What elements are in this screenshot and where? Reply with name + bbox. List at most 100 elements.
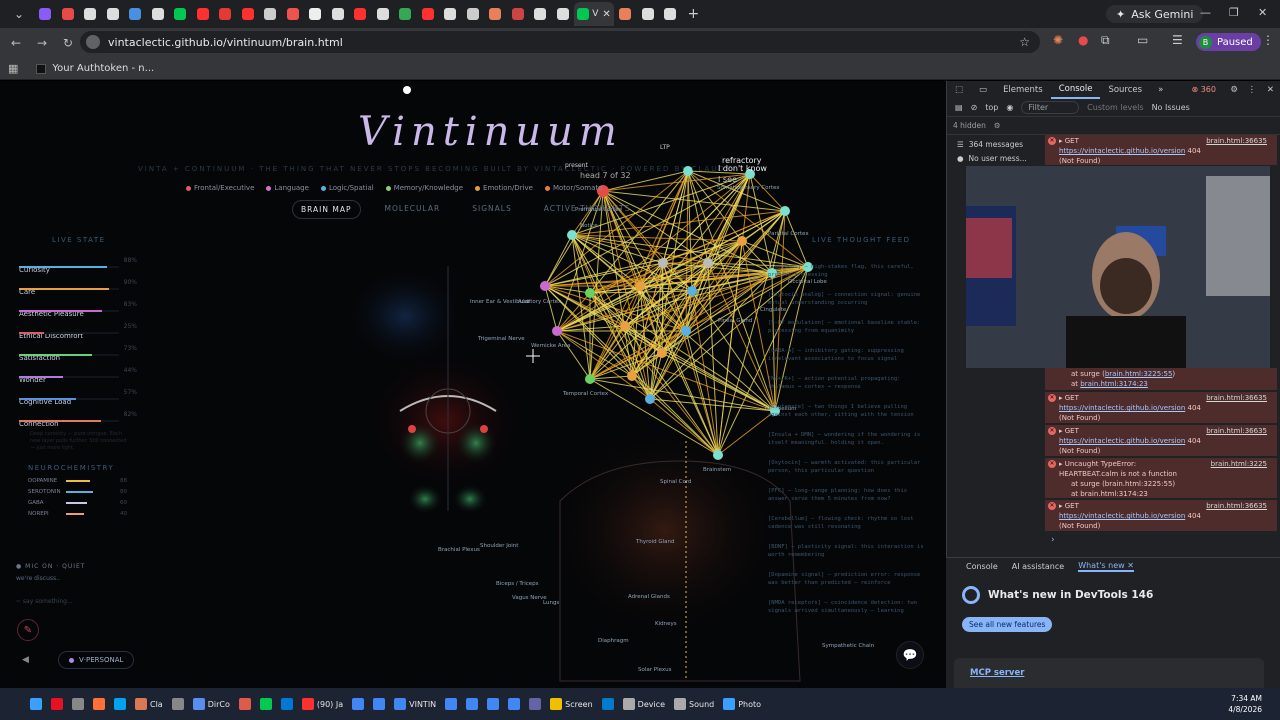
drawer-tab-ai[interactable]: AI assistance (1012, 562, 1064, 571)
region-label[interactable]: Diaphragm (598, 638, 629, 644)
browser-tab[interactable] (237, 2, 260, 26)
close-tab-icon[interactable]: ✕ (602, 9, 610, 20)
network-node[interactable] (540, 281, 550, 291)
console-error-entry[interactable]: ✕ ▸ GET brain.html:36635 https://vintaclect… (1045, 500, 1277, 531)
console-settings-icon[interactable]: ⚙ (994, 121, 1001, 130)
region-label[interactable]: Prefrontal Cortex (575, 207, 622, 213)
console-error-entry[interactable]: at surge (brain.html:3225:55) at brain.ht… (1045, 368, 1277, 390)
browser-tab[interactable] (34, 2, 57, 26)
new-tab-button[interactable]: + (688, 6, 700, 22)
stack-link[interactable]: brain.html:3225:55 (1105, 370, 1173, 378)
region-label[interactable]: Trigeminal Nerve (478, 336, 525, 342)
taskbar-app[interactable] (373, 698, 386, 710)
browser-tab[interactable] (659, 2, 682, 26)
browser-tab[interactable] (394, 2, 417, 26)
browser-tab[interactable] (192, 2, 215, 26)
drawer-tab-console[interactable]: Console (966, 562, 998, 571)
region-label[interactable]: Wernicke Area (531, 343, 570, 349)
tab-elements[interactable]: Elements (995, 85, 1051, 95)
console-error-entry[interactable]: ✕ ▸ GET brain.html:36635 https://vintaclect… (1045, 392, 1277, 423)
sidebar-all-messages[interactable]: ☰ 364 messages (947, 137, 1045, 151)
taskbar-app[interactable] (238, 698, 251, 710)
region-label[interactable]: Parietal Cortex (768, 231, 809, 237)
log-source-link[interactable]: brain.html:36635 (1206, 501, 1267, 511)
taskbar-app[interactable]: DirCo (192, 698, 230, 710)
extension-icon[interactable]: ✺ (1053, 33, 1063, 47)
log-source-link[interactable]: brain.html:36635 (1206, 393, 1267, 403)
sidebar-toggle-icon[interactable]: ▤ (955, 103, 963, 112)
view-tab-brain-map[interactable]: BRAIN MAP (292, 200, 361, 219)
region-label[interactable]: Shoulder Joint (480, 543, 518, 549)
browser-tab[interactable] (637, 2, 660, 26)
inspect-icon[interactable]: ⬚ (947, 85, 971, 95)
region-label[interactable]: Somatosensory Cortex (717, 185, 780, 191)
taskbar-app[interactable] (445, 698, 458, 710)
browser-tab[interactable] (552, 2, 575, 26)
taskbar-app[interactable]: Cla (135, 698, 163, 710)
taskbar-app[interactable] (72, 698, 84, 710)
console-error-entry[interactable]: ✕ ▸ GET brain.html:36635 https://vintaclect… (1045, 425, 1277, 456)
record-icon[interactable]: ● (1078, 33, 1088, 47)
taskbar-app[interactable] (466, 698, 479, 710)
taskbar-app[interactable] (280, 698, 293, 710)
taskbar-app[interactable] (51, 698, 63, 710)
settings-gear-icon[interactable]: ⚙ (1230, 85, 1238, 95)
taskbar-app[interactable] (259, 698, 272, 710)
network-node[interactable] (585, 374, 595, 384)
issues-label[interactable]: No Issues (1152, 103, 1190, 112)
network-node[interactable] (627, 371, 637, 381)
taskbar-app[interactable] (30, 698, 42, 710)
browser-tab[interactable] (507, 2, 530, 26)
network-node[interactable] (567, 230, 577, 240)
speaker-icon[interactable]: ◀ (22, 655, 29, 665)
drawer-tab-whats-new[interactable]: What's new ✕ (1078, 561, 1134, 572)
console-error-entry[interactable]: ✕ ▸ Uncaught TypeError: brain.html:3225 HEA… (1045, 458, 1277, 498)
close-devtools-icon[interactable]: ✕ (1267, 85, 1274, 95)
network-node[interactable] (681, 326, 691, 336)
clear-console-icon[interactable]: ⊘ (971, 103, 978, 112)
close-window-button[interactable]: ✕ (1258, 6, 1267, 19)
network-node[interactable] (713, 450, 723, 460)
tab-sources[interactable]: Sources (1100, 85, 1150, 95)
log-url-link[interactable]: https://vintaclectic.github.io/version (1059, 404, 1185, 412)
stack-link[interactable]: brain.html:3174:23 (1080, 380, 1148, 388)
taskbar-app[interactable] (508, 698, 521, 710)
browser-tab[interactable] (124, 2, 147, 26)
tab-console[interactable]: Console (1050, 81, 1101, 99)
system-clock[interactable]: 7:34 AM 4/8/2026 (1228, 693, 1262, 715)
taskbar-app[interactable] (529, 698, 542, 710)
network-node[interactable] (635, 281, 645, 291)
network-node[interactable] (585, 288, 595, 298)
forward-button[interactable]: → (32, 33, 52, 53)
profile-paused-button[interactable]: B Paused (1196, 33, 1261, 51)
browser-tab[interactable] (349, 2, 372, 26)
browser-tab[interactable] (57, 2, 80, 26)
tab-search-icon[interactable]: ⌄ (8, 3, 30, 25)
extensions-puzzle-icon[interactable]: ⧉ (1101, 33, 1110, 48)
log-url-link[interactable]: https://vintaclectic.github.io/version (1059, 147, 1185, 155)
kebab-menu-icon[interactable]: ⋮ (1248, 85, 1257, 95)
network-node[interactable] (657, 348, 667, 358)
region-label[interactable]: Brachial Plexus (438, 547, 480, 553)
tab-search-icon[interactable]: ▭ (1137, 33, 1148, 47)
region-label[interactable]: Temporal Cortex (563, 391, 608, 397)
network-node[interactable] (552, 326, 562, 336)
region-label[interactable]: Sympathetic Chain (822, 643, 874, 649)
region-label[interactable]: Lungs (543, 600, 559, 606)
region-label[interactable]: Brainstem (703, 467, 731, 473)
taskbar-app[interactable] (487, 698, 500, 710)
ask-gemini-button[interactable]: ✦ Ask Gemini (1106, 5, 1204, 23)
browser-tab[interactable] (259, 2, 282, 26)
log-source-link[interactable]: brain.html:3225 (1211, 459, 1267, 469)
region-label[interactable]: Thyroid Gland (636, 539, 675, 545)
see-all-features-button[interactable]: See all new features (962, 617, 1053, 632)
mcp-link[interactable]: MCP server (970, 668, 1024, 678)
region-label[interactable]: Vagus Nerve (512, 595, 547, 601)
reading-list-icon[interactable]: ☰ (1172, 33, 1183, 47)
personal-mode-button[interactable]: V·PERSONAL (58, 651, 135, 669)
error-count-badge[interactable]: ⊗ 360 (1191, 85, 1216, 94)
taskbar-app[interactable] (114, 698, 126, 710)
chat-bubble-icon[interactable]: 💬 (896, 641, 924, 669)
network-node[interactable] (703, 258, 713, 268)
network-node[interactable] (645, 394, 655, 404)
